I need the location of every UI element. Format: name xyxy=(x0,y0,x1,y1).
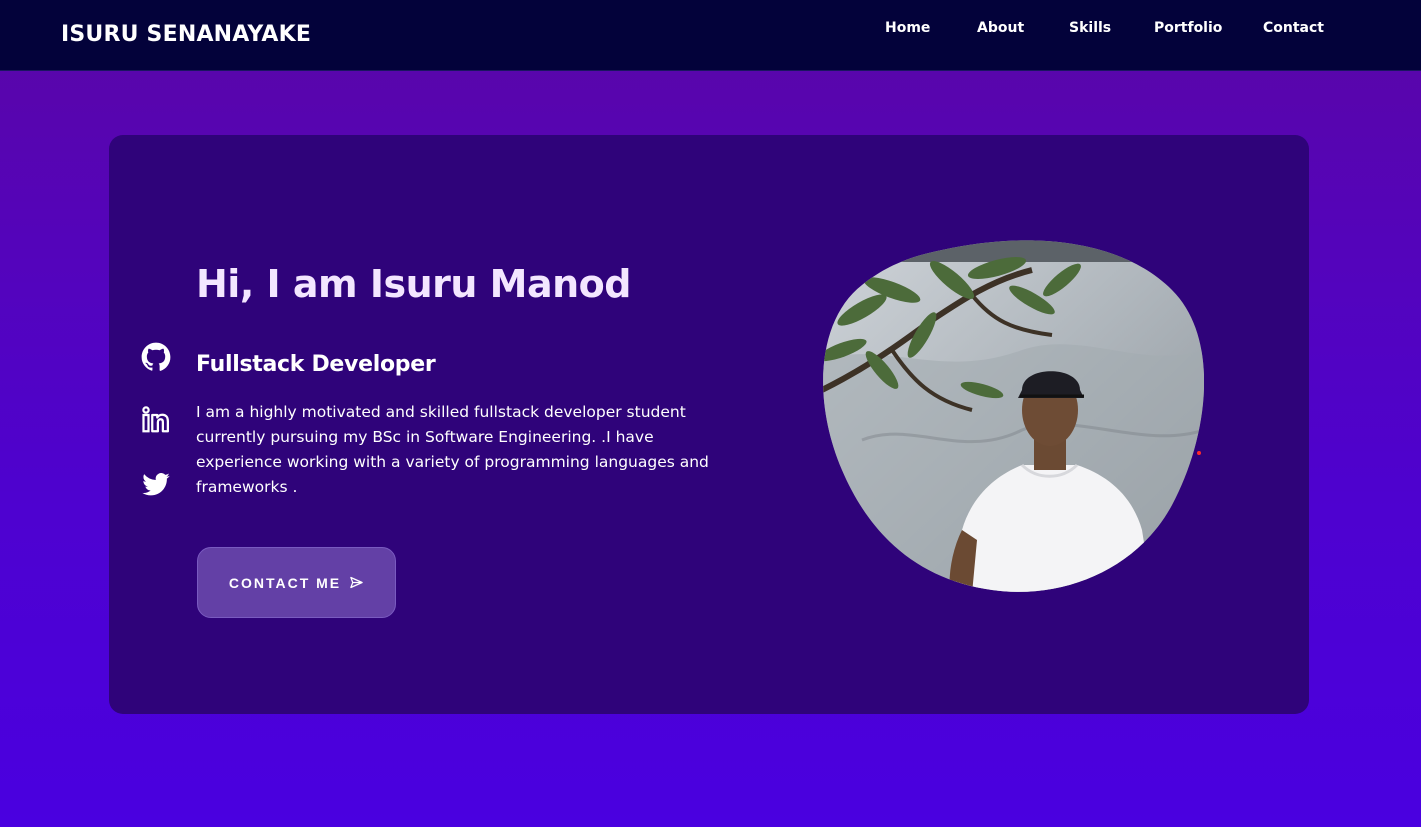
navbar: ISURU SENANAYAKE Home About Skills Portf… xyxy=(0,0,1421,71)
contact-me-button[interactable]: CONTACT ME xyxy=(197,547,396,618)
profile-photo xyxy=(822,240,1205,594)
github-icon[interactable] xyxy=(141,342,171,372)
twitter-icon[interactable] xyxy=(141,470,171,500)
linkedin-icon[interactable] xyxy=(141,405,171,435)
nav-portfolio[interactable]: Portfolio xyxy=(1154,20,1222,36)
nav-home[interactable]: Home xyxy=(885,20,930,36)
nav-contact[interactable]: Contact xyxy=(1263,20,1324,36)
hero-title: Hi, I am Isuru Manod xyxy=(196,262,631,306)
nav-skills[interactable]: Skills xyxy=(1069,20,1111,36)
decorative-dot xyxy=(1197,451,1201,455)
send-icon xyxy=(350,576,363,589)
nav-about[interactable]: About xyxy=(977,20,1024,36)
site-logo[interactable]: ISURU SENANAYAKE xyxy=(61,22,311,47)
contact-me-label: CONTACT ME xyxy=(228,574,342,591)
hero-description: I am a highly motivated and skilled full… xyxy=(196,403,709,496)
hero-subtitle: Fullstack Developer xyxy=(196,352,436,377)
